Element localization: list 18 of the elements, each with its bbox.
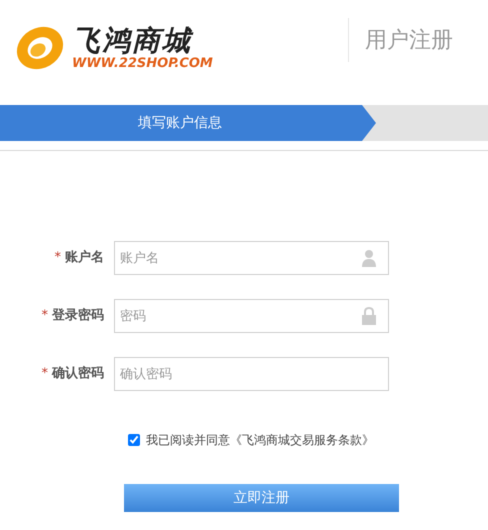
required-mark: * xyxy=(42,307,48,326)
input-field[interactable]: 确认密码 xyxy=(114,357,389,391)
page-title: 用户注册 xyxy=(365,28,453,53)
agreement-text: 我已阅读并同意《飞鸿商城交易服务条款》 xyxy=(146,432,374,449)
site-url: WWW.22SHOP.COM xyxy=(72,57,213,71)
register-button[interactable]: 立即注册 xyxy=(124,484,399,512)
user-icon xyxy=(361,249,377,267)
step-arrow-icon xyxy=(360,105,376,141)
field-label: 登录密码 xyxy=(52,306,104,326)
brand-name: 飞鸿商城 xyxy=(72,25,194,57)
field-label: 账户名 xyxy=(65,248,104,268)
required-mark: * xyxy=(42,365,48,384)
required-mark: * xyxy=(54,249,61,268)
lock-icon xyxy=(361,307,377,325)
agreement-checkbox[interactable] xyxy=(128,434,140,446)
input-field[interactable]: 密码 xyxy=(114,299,389,333)
field-label: 确认密码 xyxy=(52,364,104,384)
input-field[interactable]: 账户名 xyxy=(114,241,389,275)
